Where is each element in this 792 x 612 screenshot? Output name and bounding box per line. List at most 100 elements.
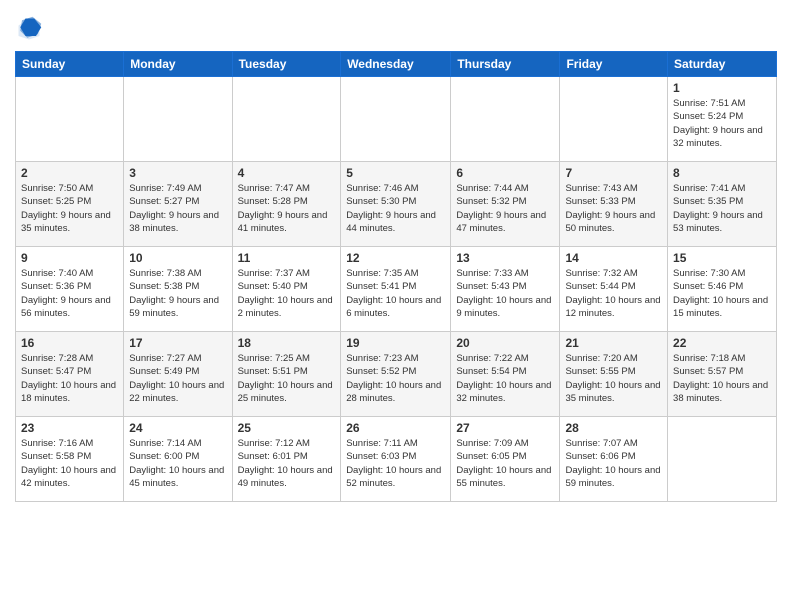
day-info: Sunrise: 7:23 AM Sunset: 5:52 PM Dayligh… xyxy=(346,352,445,405)
weekday-header-sunday: Sunday xyxy=(16,52,124,77)
calendar-cell: 14 Sunrise: 7:32 AM Sunset: 5:44 PM Dayli… xyxy=(560,247,668,332)
day-number: 15 xyxy=(673,251,771,265)
calendar-cell xyxy=(451,77,560,162)
day-info: Sunrise: 7:07 AM Sunset: 6:06 PM Dayligh… xyxy=(565,437,662,490)
calendar-cell: 26 Sunrise: 7:11 AM Sunset: 6:03 PM Dayli… xyxy=(341,417,451,502)
calendar-cell: 5 Sunrise: 7:46 AM Sunset: 5:30 PM Daylig… xyxy=(341,162,451,247)
day-info: Sunrise: 7:32 AM Sunset: 5:44 PM Dayligh… xyxy=(565,267,662,320)
calendar-cell: 24 Sunrise: 7:14 AM Sunset: 6:00 PM Dayli… xyxy=(124,417,232,502)
calendar-cell: 28Sunrise: 7:07 AM Sunset: 6:06 PM Dayli… xyxy=(560,417,668,502)
calendar-week-row: 23 Sunrise: 7:16 AM Sunset: 5:58 PM Dayli… xyxy=(16,417,777,502)
calendar-cell: 25 Sunrise: 7:12 AM Sunset: 6:01 PM Dayli… xyxy=(232,417,341,502)
day-info: Sunrise: 7:20 AM Sunset: 5:55 PM Dayligh… xyxy=(565,352,662,405)
calendar-cell: 12Sunrise: 7:35 AM Sunset: 5:41 PM Dayli… xyxy=(341,247,451,332)
day-info: Sunrise: 7:44 AM Sunset: 5:32 PM Dayligh… xyxy=(456,182,554,235)
day-info: Sunrise: 7:27 AM Sunset: 5:49 PM Dayligh… xyxy=(129,352,226,405)
day-info: Sunrise: 7:46 AM Sunset: 5:30 PM Dayligh… xyxy=(346,182,445,235)
day-info: Sunrise: 7:22 AM Sunset: 5:54 PM Dayligh… xyxy=(456,352,554,405)
day-info: Sunrise: 7:37 AM Sunset: 5:40 PM Dayligh… xyxy=(238,267,336,320)
day-info: Sunrise: 7:11 AM Sunset: 6:03 PM Dayligh… xyxy=(346,437,445,490)
calendar-cell xyxy=(16,77,124,162)
day-number: 9 xyxy=(21,251,118,265)
calendar-body: 1 Sunrise: 7:51 AM Sunset: 5:24 PM Daylig… xyxy=(16,77,777,502)
weekday-header-wednesday: Wednesday xyxy=(341,52,451,77)
day-info: Sunrise: 7:30 AM Sunset: 5:46 PM Dayligh… xyxy=(673,267,771,320)
calendar-cell: 23 Sunrise: 7:16 AM Sunset: 5:58 PM Dayli… xyxy=(16,417,124,502)
day-number: 10 xyxy=(129,251,226,265)
calendar-header: SundayMondayTuesdayWednesdayThursdayFrid… xyxy=(16,52,777,77)
calendar-week-row: 2 Sunrise: 7:50 AM Sunset: 5:25 PM Daylig… xyxy=(16,162,777,247)
day-info: Sunrise: 7:49 AM Sunset: 5:27 PM Dayligh… xyxy=(129,182,226,235)
calendar-cell: 9 Sunrise: 7:40 AM Sunset: 5:36 PM Daylig… xyxy=(16,247,124,332)
calendar-cell: 18 Sunrise: 7:25 AM Sunset: 5:51 PM Dayli… xyxy=(232,332,341,417)
day-info: Sunrise: 7:12 AM Sunset: 6:01 PM Dayligh… xyxy=(238,437,336,490)
calendar-cell: 7Sunrise: 7:43 AM Sunset: 5:33 PM Daylig… xyxy=(560,162,668,247)
day-info: Sunrise: 7:40 AM Sunset: 5:36 PM Dayligh… xyxy=(21,267,118,320)
day-number: 23 xyxy=(21,421,118,435)
day-info: Sunrise: 7:25 AM Sunset: 5:51 PM Dayligh… xyxy=(238,352,336,405)
calendar-cell: 20 Sunrise: 7:22 AM Sunset: 5:54 PM Dayli… xyxy=(451,332,560,417)
calendar-cell: 16 Sunrise: 7:28 AM Sunset: 5:47 PM Dayli… xyxy=(16,332,124,417)
day-info: Sunrise: 7:35 AM Sunset: 5:41 PM Dayligh… xyxy=(346,267,445,320)
weekday-header-tuesday: Tuesday xyxy=(232,52,341,77)
calendar: SundayMondayTuesdayWednesdayThursdayFrid… xyxy=(15,51,777,502)
day-number: 4 xyxy=(238,166,336,180)
day-number: 20 xyxy=(456,336,554,350)
calendar-cell: 1 Sunrise: 7:51 AM Sunset: 5:24 PM Daylig… xyxy=(668,77,777,162)
calendar-cell xyxy=(124,77,232,162)
calendar-cell: 10 Sunrise: 7:38 AM Sunset: 5:38 PM Dayli… xyxy=(124,247,232,332)
day-info: Sunrise: 7:33 AM Sunset: 5:43 PM Dayligh… xyxy=(456,267,554,320)
calendar-cell: 11 Sunrise: 7:37 AM Sunset: 5:40 PM Dayli… xyxy=(232,247,341,332)
day-number: 27 xyxy=(456,421,554,435)
day-info: Sunrise: 7:16 AM Sunset: 5:58 PM Dayligh… xyxy=(21,437,118,490)
day-number: 25 xyxy=(238,421,336,435)
calendar-cell: 8Sunrise: 7:41 AM Sunset: 5:35 PM Daylig… xyxy=(668,162,777,247)
day-number: 16 xyxy=(21,336,118,350)
calendar-week-row: 9 Sunrise: 7:40 AM Sunset: 5:36 PM Daylig… xyxy=(16,247,777,332)
day-number: 19 xyxy=(346,336,445,350)
calendar-cell: 6 Sunrise: 7:44 AM Sunset: 5:32 PM Daylig… xyxy=(451,162,560,247)
day-info: Sunrise: 7:18 AM Sunset: 5:57 PM Dayligh… xyxy=(673,352,771,405)
calendar-cell: 19 Sunrise: 7:23 AM Sunset: 5:52 PM Dayli… xyxy=(341,332,451,417)
calendar-cell: 17 Sunrise: 7:27 AM Sunset: 5:49 PM Dayli… xyxy=(124,332,232,417)
calendar-cell: 13Sunrise: 7:33 AM Sunset: 5:43 PM Dayli… xyxy=(451,247,560,332)
calendar-cell xyxy=(232,77,341,162)
calendar-cell xyxy=(668,417,777,502)
day-info: Sunrise: 7:28 AM Sunset: 5:47 PM Dayligh… xyxy=(21,352,118,405)
day-number: 22 xyxy=(673,336,771,350)
day-number: 26 xyxy=(346,421,445,435)
calendar-week-row: 16 Sunrise: 7:28 AM Sunset: 5:47 PM Dayli… xyxy=(16,332,777,417)
day-info: Sunrise: 7:38 AM Sunset: 5:38 PM Dayligh… xyxy=(129,267,226,320)
weekday-header-row: SundayMondayTuesdayWednesdayThursdayFrid… xyxy=(16,52,777,77)
day-number: 21 xyxy=(565,336,662,350)
day-info: Sunrise: 7:09 AM Sunset: 6:05 PM Dayligh… xyxy=(456,437,554,490)
calendar-cell: 21 Sunrise: 7:20 AM Sunset: 5:55 PM Dayli… xyxy=(560,332,668,417)
logo xyxy=(15,15,47,43)
day-number: 3 xyxy=(129,166,226,180)
day-number: 24 xyxy=(129,421,226,435)
calendar-cell: 4 Sunrise: 7:47 AM Sunset: 5:28 PM Daylig… xyxy=(232,162,341,247)
day-number: 6 xyxy=(456,166,554,180)
logo-icon xyxy=(15,15,43,43)
day-info: Sunrise: 7:47 AM Sunset: 5:28 PM Dayligh… xyxy=(238,182,336,235)
calendar-cell xyxy=(341,77,451,162)
weekday-header-saturday: Saturday xyxy=(668,52,777,77)
day-number: 17 xyxy=(129,336,226,350)
calendar-cell: 15 Sunrise: 7:30 AM Sunset: 5:46 PM Dayli… xyxy=(668,247,777,332)
header xyxy=(15,10,777,43)
calendar-cell: 22 Sunrise: 7:18 AM Sunset: 5:57 PM Dayli… xyxy=(668,332,777,417)
day-info: Sunrise: 7:14 AM Sunset: 6:00 PM Dayligh… xyxy=(129,437,226,490)
day-number: 11 xyxy=(238,251,336,265)
day-number: 5 xyxy=(346,166,445,180)
calendar-cell: 2 Sunrise: 7:50 AM Sunset: 5:25 PM Daylig… xyxy=(16,162,124,247)
day-number: 18 xyxy=(238,336,336,350)
day-number: 2 xyxy=(21,166,118,180)
weekday-header-friday: Friday xyxy=(560,52,668,77)
day-info: Sunrise: 7:51 AM Sunset: 5:24 PM Dayligh… xyxy=(673,97,771,150)
day-number: 1 xyxy=(673,81,771,95)
calendar-week-row: 1 Sunrise: 7:51 AM Sunset: 5:24 PM Daylig… xyxy=(16,77,777,162)
calendar-cell: 3 Sunrise: 7:49 AM Sunset: 5:27 PM Daylig… xyxy=(124,162,232,247)
weekday-header-monday: Monday xyxy=(124,52,232,77)
day-info: Sunrise: 7:50 AM Sunset: 5:25 PM Dayligh… xyxy=(21,182,118,235)
day-number: 14 xyxy=(565,251,662,265)
